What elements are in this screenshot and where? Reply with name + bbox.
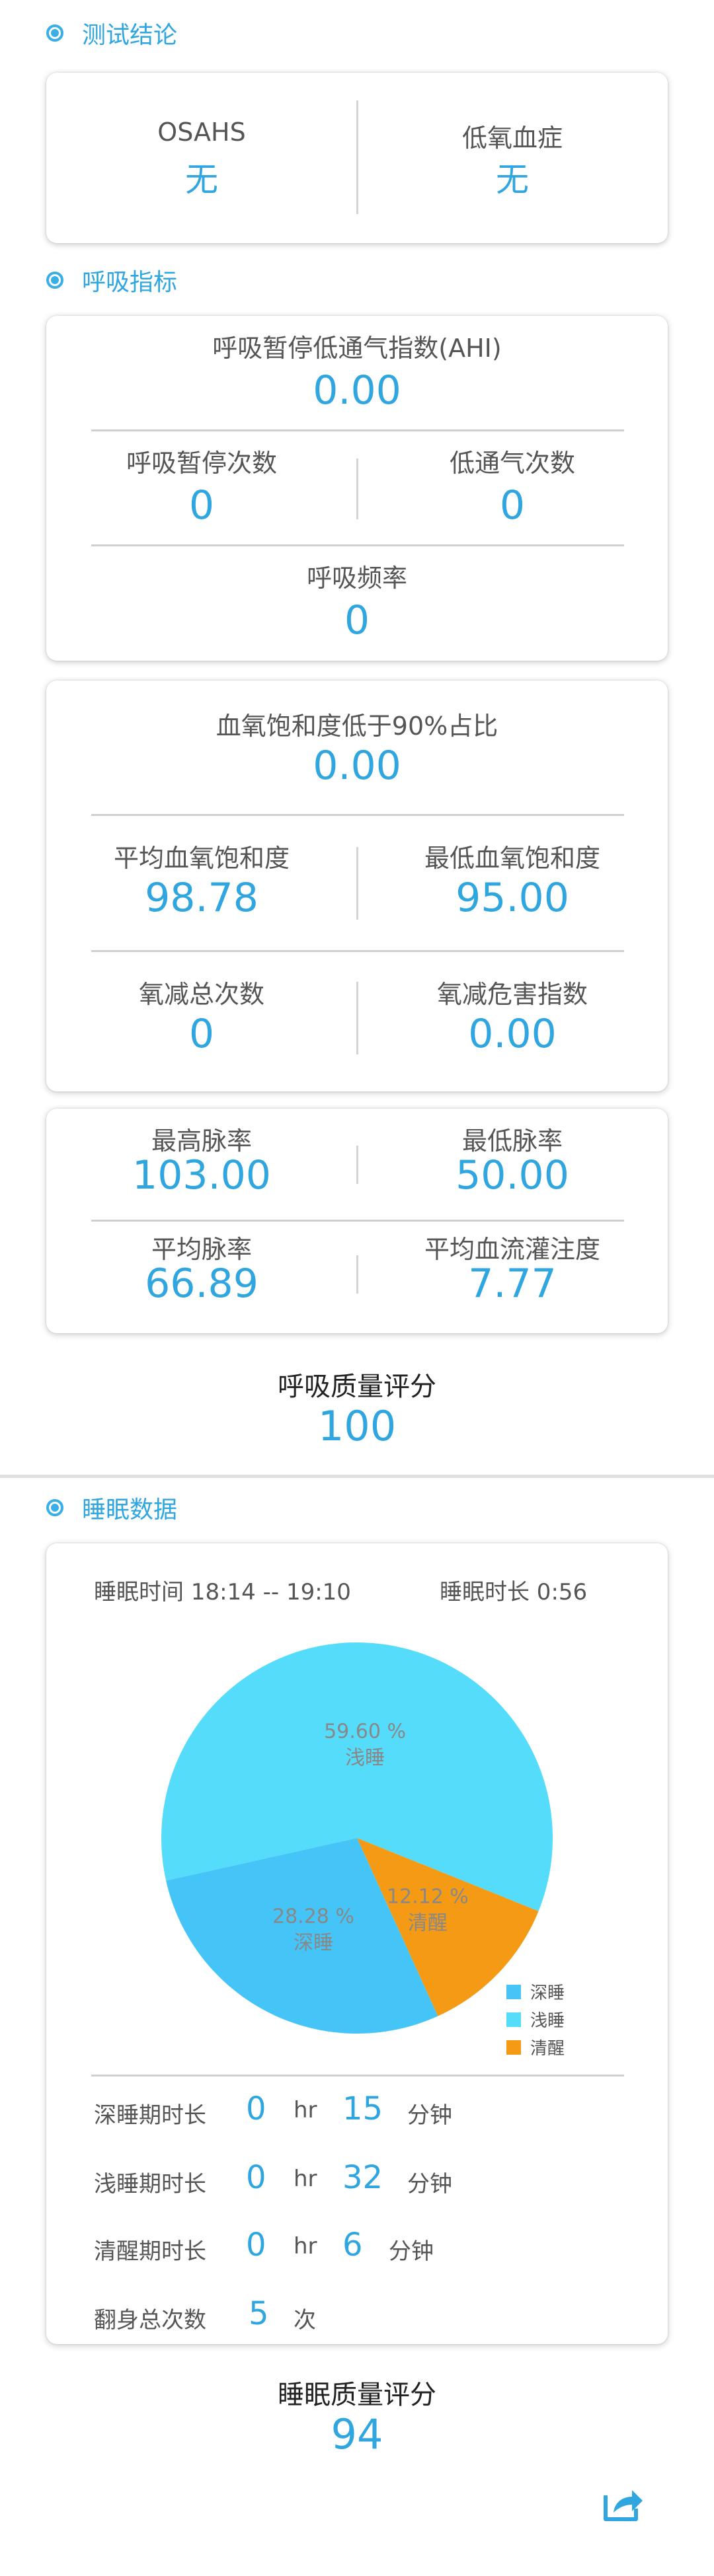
pie-percent-label: 12.12 % bbox=[387, 1885, 469, 1908]
pulse-card: 最高脉率 103.00 最低脉率 50.00 平均脉率 66.89 平均血流灌注… bbox=[46, 1109, 668, 1333]
section-title: 呼吸指标 bbox=[82, 269, 178, 296]
pie-percent-label: 59.60 % bbox=[324, 1720, 406, 1743]
below90-label: 血氧饱和度低于90%占比 bbox=[216, 712, 498, 741]
hypoxemia-label: 低氧血症 bbox=[461, 124, 563, 153]
legend-label: 深睡 bbox=[530, 1983, 565, 2003]
share-icon bbox=[604, 2490, 643, 2521]
section-title: 测试结论 bbox=[82, 22, 178, 49]
avg-spo2-value: 98.78 bbox=[145, 875, 258, 921]
divider bbox=[91, 1220, 624, 1222]
min-spo2-label: 最低血氧饱和度 bbox=[424, 844, 600, 873]
divider bbox=[91, 2075, 624, 2077]
legend-swatch bbox=[506, 1984, 521, 1999]
bullet-icon bbox=[46, 272, 63, 289]
section-header-breathing: 呼吸指标 bbox=[46, 260, 177, 300]
min-spo2-value: 95.00 bbox=[456, 875, 569, 921]
legend-item: 深睡 bbox=[506, 1979, 565, 2004]
avg-spo2-label: 平均血氧饱和度 bbox=[113, 844, 290, 873]
awake-label: 清醒期时长 bbox=[94, 2238, 206, 2265]
perfusion-value: 7.77 bbox=[468, 1261, 557, 1307]
sleep-score-value: 94 bbox=[331, 2410, 383, 2458]
rate-label: 呼吸频率 bbox=[306, 564, 407, 593]
sleep-score-label: 睡眠质量评分 bbox=[278, 2380, 436, 2410]
hypoxemia-value: 无 bbox=[496, 161, 529, 199]
apnea-label: 呼吸暂停次数 bbox=[126, 449, 277, 478]
sleep-card: 睡眠时间 18:14 -- 19:10 睡眠时长 0:56 59.60 % 浅睡 1… bbox=[46, 1543, 668, 2344]
bullet-icon bbox=[46, 24, 63, 42]
unit-hr: hr bbox=[294, 2166, 317, 2192]
desat-index-label: 氧减危害指数 bbox=[436, 980, 588, 1009]
legend-swatch bbox=[506, 2040, 521, 2055]
breathing-card: 呼吸暂停低通气指数(AHI) 0.00 呼吸暂停次数 0 低通气次数 0 呼吸频… bbox=[46, 316, 668, 661]
unit-min: 分钟 bbox=[407, 2102, 452, 2129]
ahi-label: 呼吸暂停低通气指数(AHI) bbox=[212, 334, 502, 363]
divider bbox=[91, 544, 624, 546]
deep-sleep-hours: 0 bbox=[246, 2090, 266, 2127]
below90-value: 0.00 bbox=[313, 743, 401, 789]
min-pulse-value: 50.00 bbox=[456, 1152, 569, 1198]
legend-label: 浅睡 bbox=[530, 2011, 565, 2031]
light-sleep-minutes: 32 bbox=[342, 2159, 383, 2196]
unit-hr: hr bbox=[294, 2097, 317, 2123]
turn-count-unit: 次 bbox=[294, 2307, 316, 2334]
desat-index-value: 0.00 bbox=[468, 1011, 557, 1057]
light-sleep-hours: 0 bbox=[246, 2159, 266, 2196]
divider bbox=[91, 950, 624, 952]
pie-percent-label: 28.28 % bbox=[272, 1905, 354, 1928]
divider bbox=[91, 814, 624, 816]
breathing-score-value: 100 bbox=[317, 1402, 397, 1450]
turn-count-label: 翻身总次数 bbox=[94, 2307, 206, 2334]
share-button[interactable] bbox=[599, 2484, 645, 2523]
avg-pulse-value: 66.89 bbox=[145, 1261, 258, 1307]
avg-pulse-label: 平均脉率 bbox=[151, 1235, 252, 1264]
osahs-label: OSAHS bbox=[157, 118, 246, 147]
unit-min: 分钟 bbox=[407, 2171, 452, 2197]
legend-swatch bbox=[506, 2012, 521, 2027]
legend-item: 浅睡 bbox=[506, 2007, 565, 2032]
divider bbox=[91, 429, 624, 431]
section-divider bbox=[0, 1475, 714, 1478]
perfusion-label: 平均血流灌注度 bbox=[424, 1235, 600, 1264]
ahi-value: 0.00 bbox=[313, 367, 401, 414]
light-sleep-label: 浅睡期时长 bbox=[94, 2171, 206, 2197]
legend-label: 清醒 bbox=[530, 2039, 565, 2059]
section-header-sleep: 睡眠数据 bbox=[46, 1488, 177, 1527]
hypopnea-value: 0 bbox=[499, 482, 526, 529]
max-pulse-value: 103.00 bbox=[132, 1152, 271, 1198]
legend-item: 清醒 bbox=[506, 2035, 565, 2059]
desat-count-label: 氧减总次数 bbox=[138, 980, 264, 1009]
apnea-value: 0 bbox=[188, 482, 215, 529]
awake-hours: 0 bbox=[246, 2226, 266, 2263]
pie-category-label: 浅睡 bbox=[345, 1746, 385, 1769]
section-header-conclusion: 测试结论 bbox=[46, 13, 177, 53]
turn-count-value: 5 bbox=[249, 2295, 269, 2332]
section-title: 睡眠数据 bbox=[82, 1496, 178, 1524]
oxygen-card: 血氧饱和度低于90%占比 0.00 平均血氧饱和度 98.78 最低血氧饱和度 … bbox=[46, 681, 668, 1091]
bullet-icon bbox=[46, 1499, 63, 1516]
awake-minutes: 6 bbox=[342, 2226, 363, 2263]
rate-value: 0 bbox=[344, 597, 370, 644]
pie-category-label: 清醒 bbox=[408, 1911, 448, 1934]
desat-count-value: 0 bbox=[188, 1011, 215, 1057]
deep-sleep-label: 深睡期时长 bbox=[94, 2102, 206, 2129]
osahs-value: 无 bbox=[185, 161, 218, 199]
unit-min: 分钟 bbox=[389, 2238, 434, 2265]
breathing-score-label: 呼吸质量评分 bbox=[278, 1372, 436, 1402]
min-pulse-label: 最低脉率 bbox=[461, 1126, 563, 1156]
max-pulse-label: 最高脉率 bbox=[151, 1126, 252, 1156]
pie-category-label: 深睡 bbox=[294, 1931, 333, 1954]
hypopnea-label: 低通气次数 bbox=[449, 449, 575, 478]
conclusion-card: OSAHS 无 低氧血症 无 bbox=[46, 73, 668, 243]
deep-sleep-minutes: 15 bbox=[342, 2090, 383, 2127]
sleep-pie-chart: 59.60 % 浅睡 12.12 % 清醒 28.28 % 深睡 bbox=[161, 1642, 553, 2034]
unit-hr: hr bbox=[294, 2233, 317, 2260]
